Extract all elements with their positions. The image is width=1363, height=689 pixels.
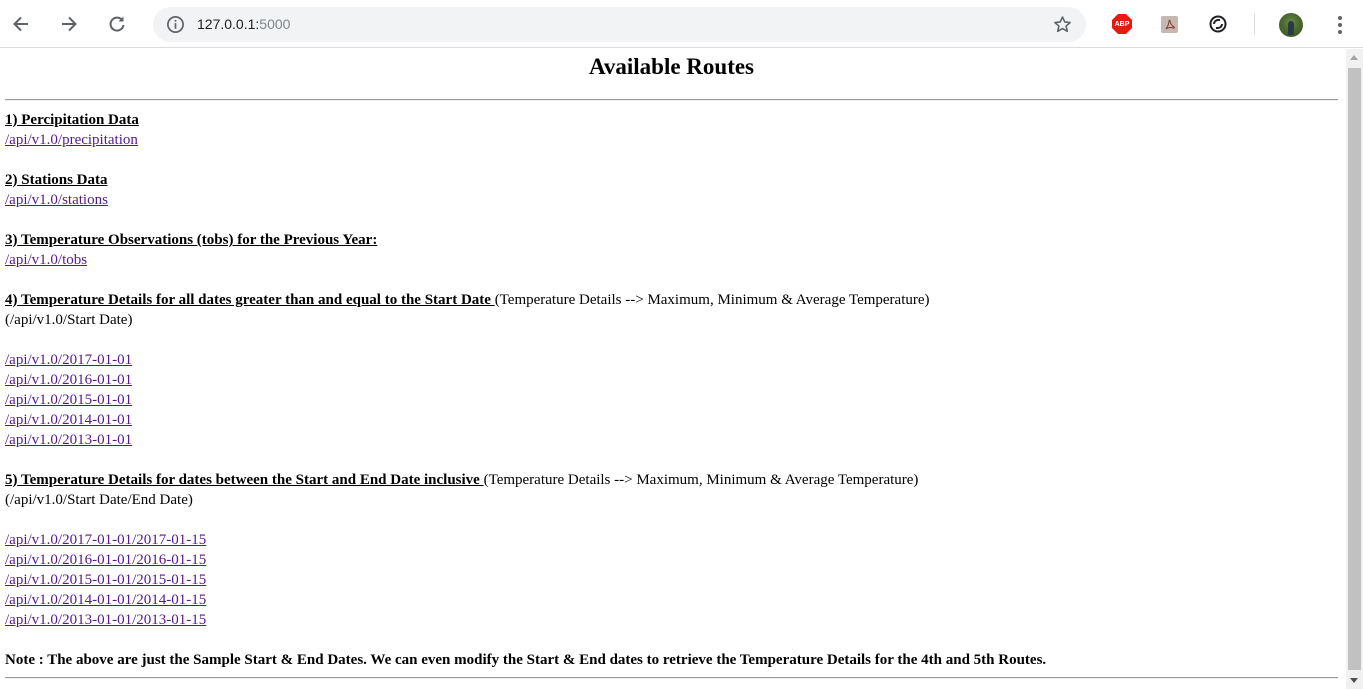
page-viewport: Available Routes 1) Percipitation Data /…	[0, 49, 1346, 689]
route-link-range-2016[interactable]: /api/v1.0/2016-01-01/2016-01-15	[5, 552, 206, 568]
url-host: 127.0.0.1:	[197, 16, 260, 32]
section-2-heading: 2) Stations Data	[5, 170, 108, 190]
route-link-start-2014[interactable]: /api/v1.0/2014-01-01	[5, 412, 132, 428]
section-3-heading: 3) Temperature Observations (tobs) for t…	[5, 230, 377, 250]
route-link-start-2016[interactable]: /api/v1.0/2016-01-01	[5, 372, 132, 388]
star-icon[interactable]	[1052, 14, 1073, 35]
route-link-tobs[interactable]: /api/v1.0/tobs	[5, 252, 87, 268]
toolbar-separator	[1254, 14, 1255, 34]
section-heading: 1) Percipitation Data	[5, 112, 139, 128]
route-link-range-2014[interactable]: /api/v1.0/2014-01-01/2014-01-15	[5, 592, 206, 608]
route-format: (/api/v1.0/Start Date)	[5, 312, 133, 328]
more-menu-icon[interactable]	[1330, 14, 1350, 36]
back-button[interactable]	[6, 9, 36, 39]
section-heading: 5) Temperature Details for dates between…	[5, 472, 484, 488]
forward-arrow-icon	[62, 16, 77, 32]
reload-button[interactable]	[102, 9, 132, 39]
scroll-down-arrow-icon[interactable]	[1350, 678, 1358, 683]
scrollbar-thumb[interactable]	[1348, 68, 1361, 670]
scroll-up-arrow-icon[interactable]	[1350, 55, 1358, 60]
abp-label: ABP	[1114, 20, 1130, 28]
extension-icon[interactable]	[1208, 14, 1228, 34]
route-link-start-2015[interactable]: /api/v1.0/2015-01-01	[5, 392, 132, 408]
section-heading: 4) Temperature Details for all dates gre…	[5, 292, 495, 308]
page-title: Available Routes	[588, 54, 755, 79]
browser-toolbar: 127.0.0.1:5000 ABP	[0, 0, 1363, 48]
section-detail: (Temperature Details --> Maximum, Minimu…	[483, 472, 919, 488]
route-link-precipitation[interactable]: /api/v1.0/precipitation	[5, 132, 138, 148]
note-text: Note : The above are just the Sample Sta…	[5, 652, 1047, 668]
url-text[interactable]: 127.0.0.1:5000	[197, 16, 290, 32]
section-heading: 3) Temperature Observations (tobs) for t…	[5, 232, 378, 248]
reload-icon	[109, 16, 125, 32]
section-detail: (Temperature Details --> Maximum, Minimu…	[494, 292, 930, 308]
url-port: 5000	[259, 16, 291, 32]
info-icon[interactable]	[166, 15, 185, 34]
back-arrow-icon	[13, 16, 28, 32]
route-link-range-2017[interactable]: /api/v1.0/2017-01-01/2017-01-15	[5, 532, 206, 548]
route-link-range-2015[interactable]: /api/v1.0/2015-01-01/2015-01-15	[5, 572, 206, 588]
route-link-stations[interactable]: /api/v1.0/stations	[5, 192, 108, 208]
address-bar[interactable]: 127.0.0.1:5000	[153, 7, 1086, 42]
route-format: (/api/v1.0/Start Date/End Date)	[5, 492, 193, 508]
route-link-start-2013[interactable]: /api/v1.0/2013-01-01	[5, 432, 132, 448]
bottom-divider	[5, 677, 1338, 679]
section-1-heading: 1) Percipitation Data	[5, 110, 139, 130]
forward-button[interactable]	[54, 9, 84, 39]
vertical-scrollbar[interactable]	[1346, 49, 1363, 689]
profile-avatar[interactable]	[1279, 13, 1303, 37]
adblock-plus-icon[interactable]: ABP	[1112, 14, 1132, 34]
section-5-heading: 5) Temperature Details for dates between…	[5, 470, 918, 490]
route-link-range-2013[interactable]: /api/v1.0/2013-01-01/2013-01-15	[5, 612, 206, 628]
section-heading: 2) Stations Data	[5, 172, 108, 188]
top-divider	[5, 99, 1338, 101]
route-link-start-2017[interactable]: /api/v1.0/2017-01-01	[5, 352, 132, 368]
pdf-icon[interactable]	[1161, 16, 1178, 33]
section-4-heading: 4) Temperature Details for all dates gre…	[5, 290, 930, 310]
pdf-glyph-icon	[1165, 19, 1175, 29]
